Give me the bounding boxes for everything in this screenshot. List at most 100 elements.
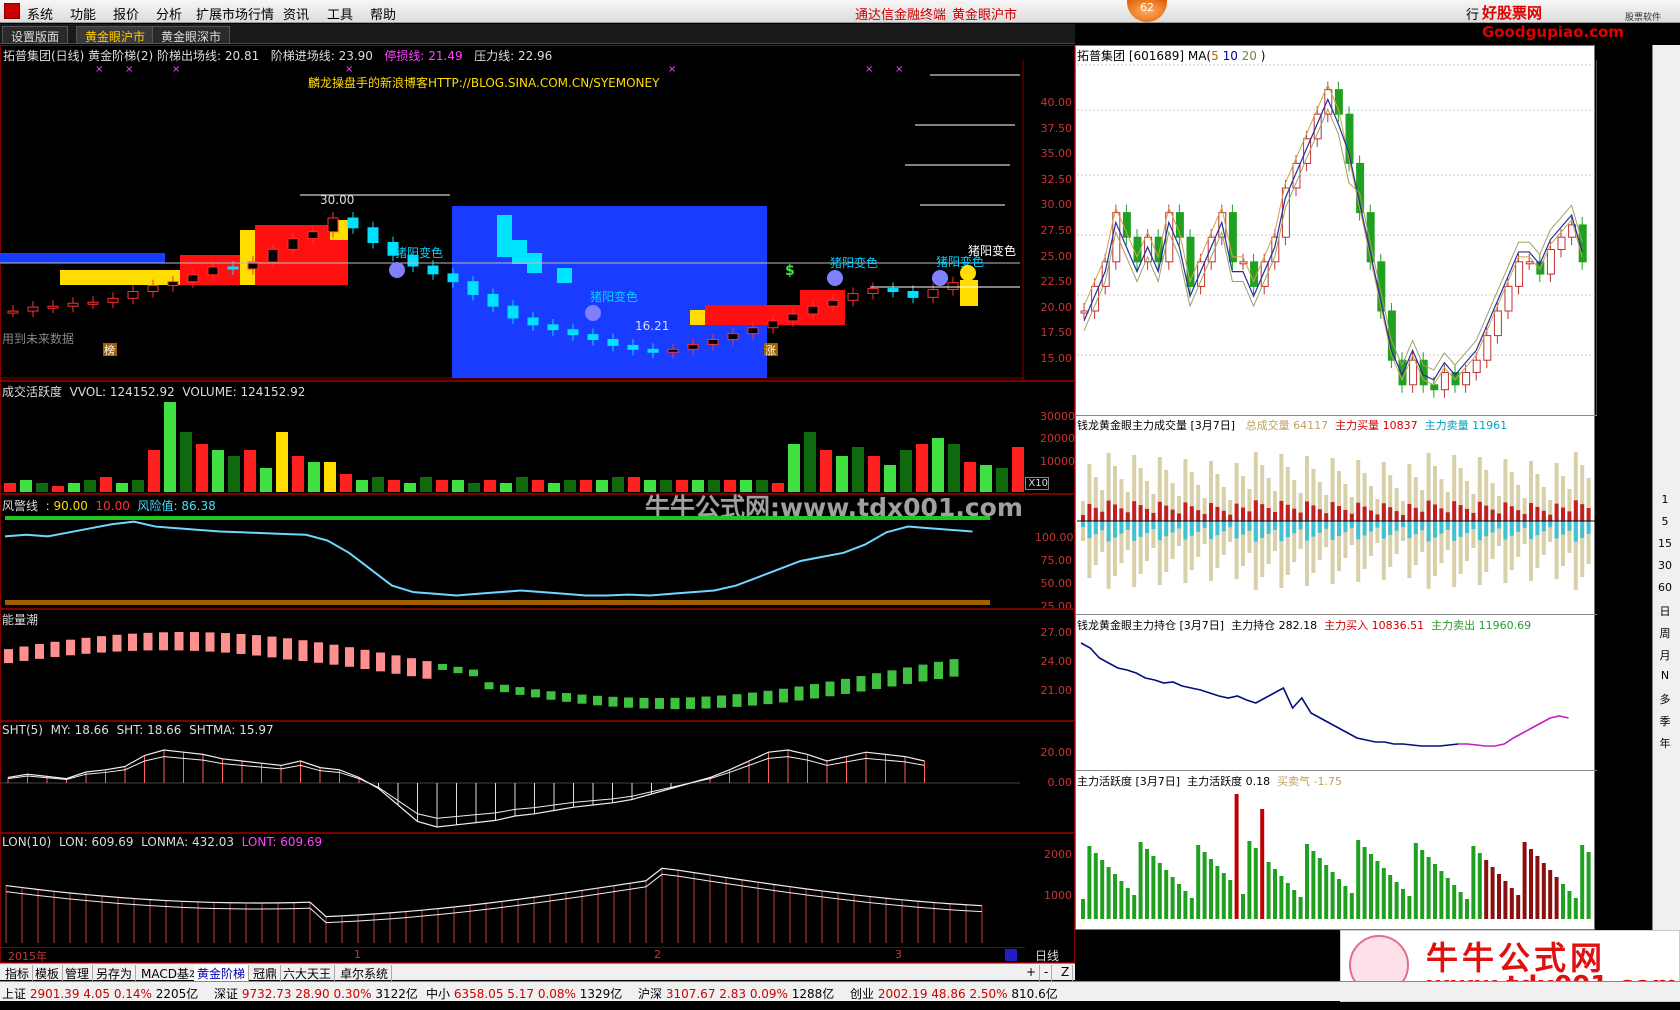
menu-function[interactable]: 功能 (70, 4, 96, 23)
main-candle (287, 238, 299, 250)
btab-six-kings[interactable]: 六大天王 (280, 965, 336, 981)
right-vol-sell-bar (1170, 521, 1175, 533)
energy-bar (236, 633, 246, 654)
app-icon[interactable] (4, 3, 20, 19)
index-field: 沪深 (638, 987, 666, 1001)
index-4[interactable]: 创业 2002.19 48.86 2.50% 810.6亿 (850, 985, 1058, 1002)
right-vol-sell-bar (1388, 521, 1393, 535)
energy-bar (701, 696, 711, 709)
sht-ma-line (7, 756, 925, 819)
right-vol-sell-bar (1311, 521, 1316, 537)
notification-badge[interactable]: 62 (1127, 0, 1167, 22)
menu-extended-market[interactable]: 扩展市场行情 (196, 4, 274, 23)
right-tick-16: 16.21 (1598, 404, 1630, 417)
z-button[interactable]: Z (1058, 965, 1074, 981)
tab-settings[interactable]: 设置版面 (2, 26, 69, 44)
right-vol-buy-bar (1529, 503, 1533, 521)
btab-gold-ladder[interactable]: 黄金阶梯 (194, 965, 250, 981)
right-vol-name: 钱龙黄金眼主力成交量 [3月7日] (1077, 419, 1236, 432)
btab-indicator[interactable]: 指标 (2, 965, 34, 981)
energy-bar (345, 647, 354, 667)
right-position-chart (1080, 642, 1569, 747)
activity-bar (1221, 873, 1226, 919)
ract-tick-2: 0.47 (1598, 826, 1623, 839)
scroll-marker[interactable] (1005, 949, 1017, 961)
activity-bars (1081, 794, 1591, 919)
terminal-link[interactable]: 通达信金融终端 (855, 4, 946, 23)
zoom-in-button[interactable]: + (1023, 965, 1041, 981)
right-vol-buy-bar (1535, 506, 1540, 521)
right-vol-sell-bar (1164, 521, 1169, 537)
menu-tools[interactable]: 工具 (327, 4, 353, 23)
tab-gold-eye-sh[interactable]: 黄金眼沪市 (76, 26, 155, 44)
btab-zhuoer[interactable]: 卓尔系统 (337, 965, 393, 981)
energy-bar (872, 673, 881, 690)
activity-bar (1497, 874, 1501, 919)
period-label[interactable]: 日线 (1035, 947, 1059, 964)
period-button-N[interactable]: N (1655, 669, 1675, 687)
activity-bar (1413, 843, 1418, 919)
index-1[interactable]: 深证 9732.73 28.90 0.30% 3122亿 (214, 985, 418, 1002)
right-vol-sell-bar (1580, 521, 1585, 538)
position-line-tail (1458, 715, 1569, 747)
right-vol-buy-bar (1330, 502, 1335, 521)
right-vol-buy-bar (1157, 501, 1162, 521)
period-button-年[interactable]: 年 (1655, 735, 1675, 753)
activity-bar (1215, 866, 1220, 919)
zoom-out-button[interactable]: - (1041, 965, 1053, 981)
right-vol-sell-bar (1151, 521, 1156, 530)
ladder-yellow-1 (60, 270, 180, 285)
period-button-5[interactable]: 5 (1655, 515, 1675, 533)
period-button-60[interactable]: 60 (1655, 581, 1675, 599)
signal-label-2: 猪阳变色 (590, 289, 638, 304)
btab-manage[interactable]: 管理 (62, 965, 94, 981)
period-button-多[interactable]: 多 (1655, 691, 1675, 709)
right-toolbar (1652, 45, 1680, 980)
menu-news[interactable]: 资讯 (283, 4, 309, 23)
divider-energy (0, 608, 1075, 610)
right-vol-sell-bar (1106, 521, 1111, 542)
volume-bar (836, 456, 848, 492)
period-button-1[interactable]: 1 (1655, 493, 1675, 511)
period-button-日[interactable]: 日 (1655, 603, 1675, 621)
period-button-季[interactable]: 季 (1655, 713, 1675, 731)
activity-bar (1401, 889, 1405, 919)
right-vol-sell-bar (1522, 521, 1527, 528)
period-button-周[interactable]: 周 (1655, 625, 1675, 643)
btab-guanding[interactable]: 冠鼎 (250, 965, 282, 981)
energy-tick-21: 21.00 (1040, 684, 1073, 697)
menu-quote[interactable]: 报价 (113, 4, 139, 23)
right-vol-sell-bar (1362, 521, 1367, 536)
period-button-月[interactable]: 月 (1655, 647, 1675, 665)
index-0[interactable]: 上证 2901.39 4.05 0.14% 2205亿 (2, 985, 198, 1002)
marker-x-1: × (95, 64, 103, 75)
btab-save-as[interactable]: 另存为 (93, 965, 137, 981)
right-vol-sell-bar (1509, 521, 1514, 536)
index-field: 创业 (850, 987, 878, 1001)
period-button-15[interactable]: 15 (1655, 537, 1675, 555)
menu-analysis[interactable]: 分析 (156, 4, 182, 23)
gold-eye-sh-link[interactable]: 黄金眼沪市 (952, 4, 1017, 23)
ladder-cyan-4 (557, 268, 572, 283)
period-button-30[interactable]: 30 (1655, 559, 1675, 577)
volume-bar (516, 477, 528, 492)
right-vol-sell-bar (1177, 521, 1181, 529)
menu-small-label[interactable]: 行 (1466, 4, 1479, 23)
vol-unit: X10 (1025, 477, 1049, 490)
menu-help[interactable]: 帮助 (370, 4, 396, 23)
volume-bar (356, 480, 368, 492)
index-field: 2205亿 (155, 987, 199, 1001)
marker-x-2: × (125, 64, 133, 75)
activity-bar (1394, 882, 1399, 919)
right-vol-sell-bar (1554, 521, 1559, 539)
btab-template[interactable]: 模板 (32, 965, 64, 981)
menu-system[interactable]: 系统 (27, 4, 53, 23)
right-vol-sell-bar (1490, 521, 1495, 533)
tab-gold-eye-sz[interactable]: 黄金眼深市 (152, 26, 231, 44)
index-3[interactable]: 沪深 3107.67 2.83 0.09% 1288亿 (638, 985, 834, 1002)
energy-bar (128, 633, 137, 651)
index-2[interactable]: 中小 6358.05 5.17 0.08% 1329亿 (426, 985, 622, 1002)
right-vol-buy-bar (1106, 500, 1111, 521)
activity-bar (1119, 881, 1124, 919)
risk-chart (4, 516, 990, 605)
